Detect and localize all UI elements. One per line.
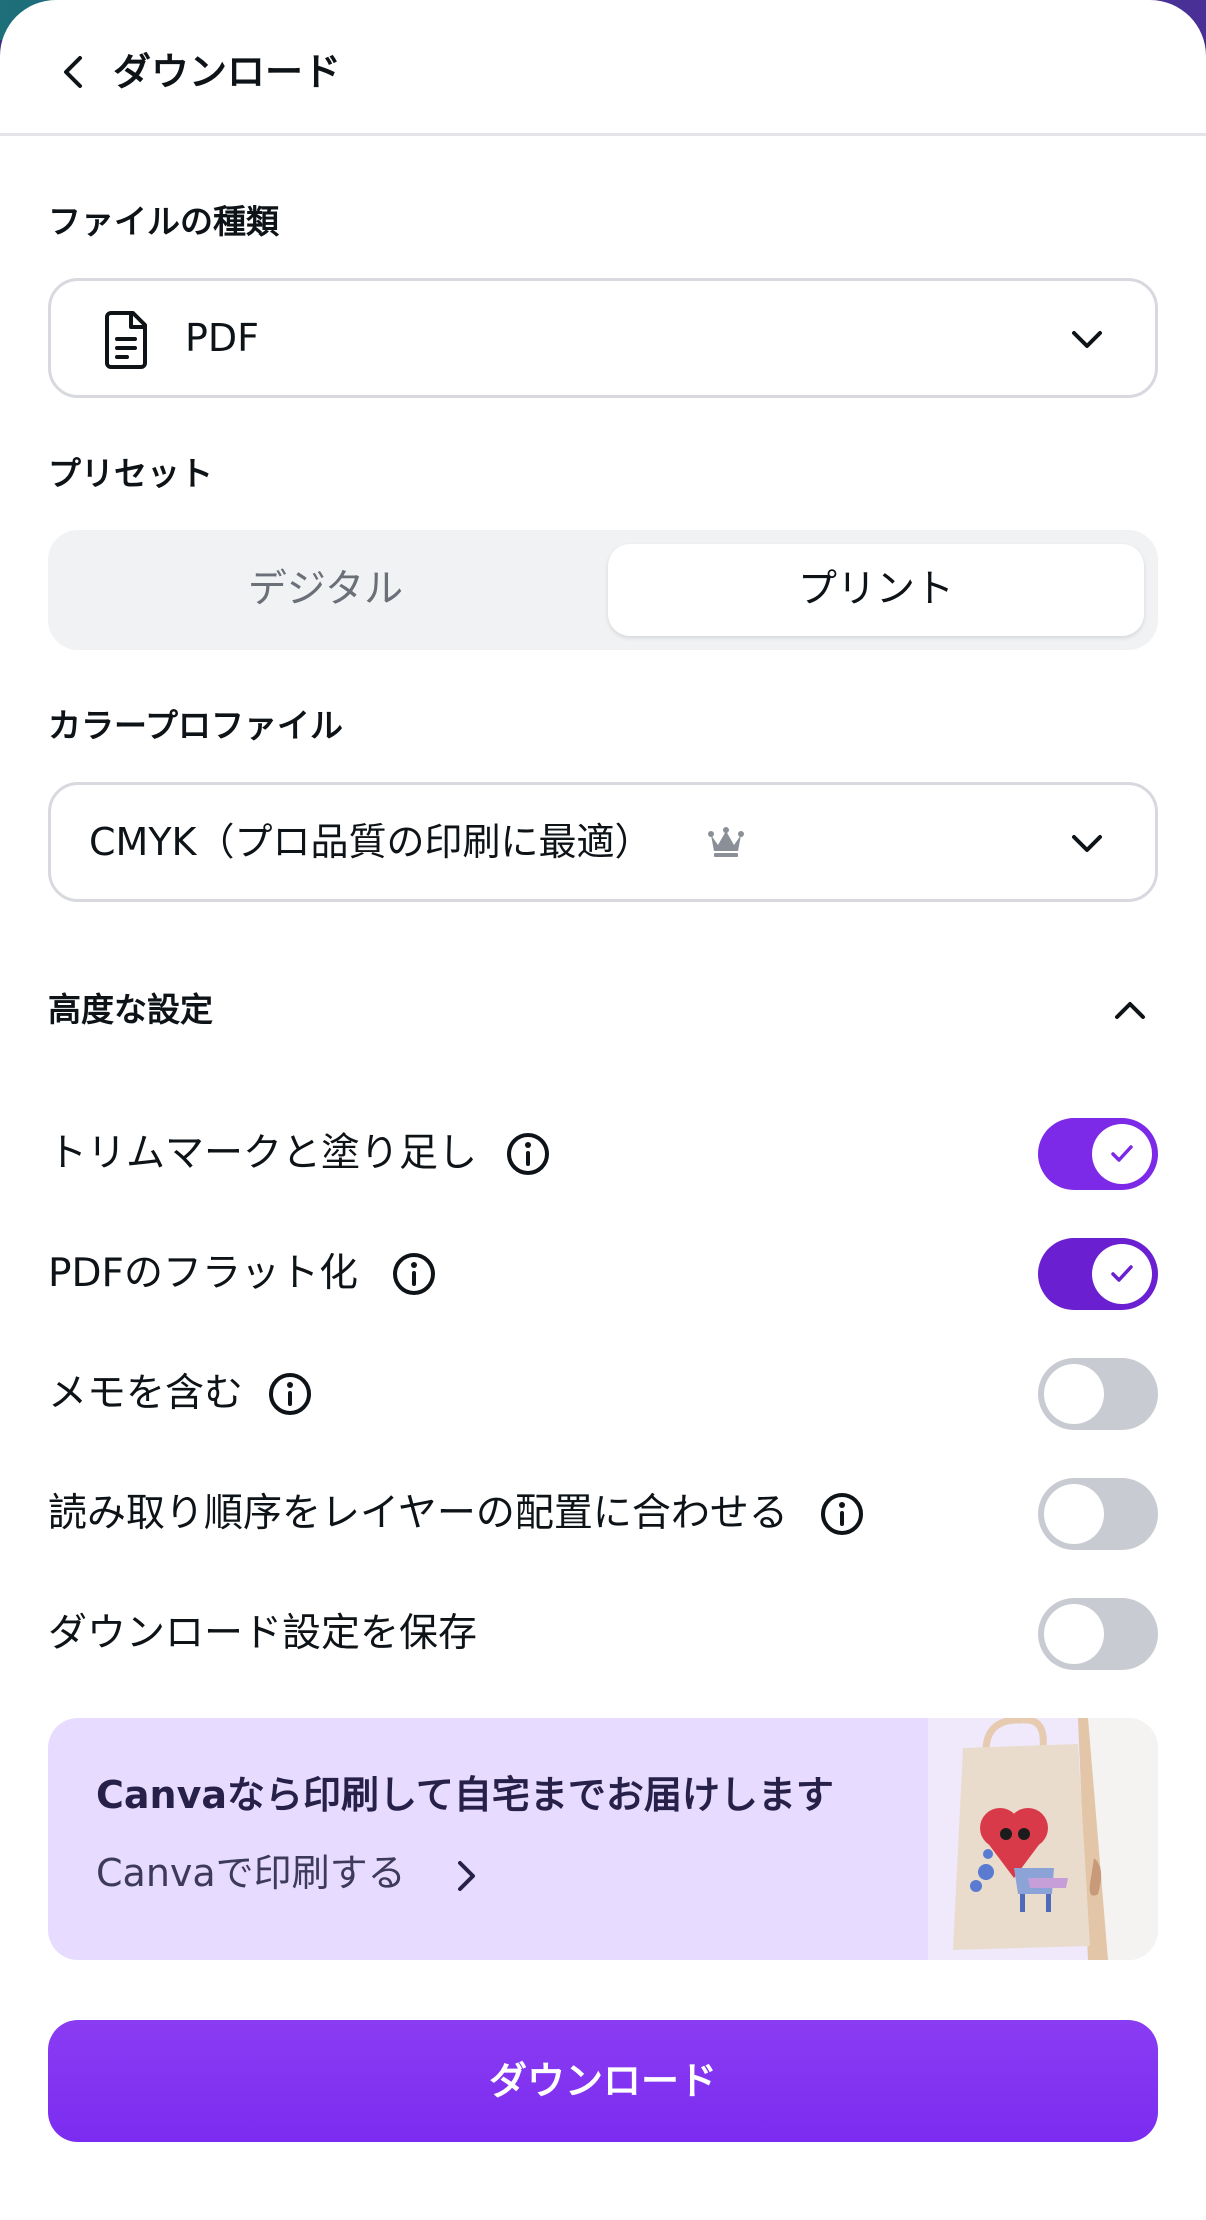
option-label: トリムマークと塗り足し [48, 1131, 478, 1176]
color-profile-value: CMYK（プロ品質の印刷に最適） [89, 820, 653, 864]
include-notes-toggle[interactable] [1038, 1358, 1158, 1430]
reading-order-toggle[interactable] [1038, 1478, 1158, 1550]
chevron-down-icon [1072, 331, 1102, 348]
info-icon[interactable] [392, 1252, 436, 1296]
preset-label: プリセット [48, 454, 213, 493]
check-icon [1111, 1265, 1133, 1282]
chevron-up-icon [1115, 1002, 1145, 1019]
file-type-value: PDF [185, 316, 260, 360]
option-label: PDFのフラット化 [48, 1251, 358, 1296]
color-profile-select[interactable]: CMYK（プロ品質の印刷に最適） [48, 782, 1158, 902]
option-label: 読み取り順序をレイヤーの配置に合わせる [48, 1491, 788, 1536]
chevron-left-icon [64, 56, 82, 88]
option-include-notes: メモを含む [48, 1358, 1158, 1430]
toggle-knob [1092, 1244, 1152, 1304]
trim-marks-toggle[interactable] [1038, 1118, 1158, 1190]
info-icon[interactable] [268, 1372, 312, 1416]
download-sheet: ダウンロード ファイルの種類 PDF プリセット デジタル プリント カラープロ… [0, 0, 1206, 2220]
toggle-knob [1092, 1124, 1152, 1184]
crown-icon [708, 827, 744, 857]
check-icon [1111, 1145, 1133, 1162]
save-settings-toggle[interactable] [1038, 1598, 1158, 1670]
chevron-down-icon [1072, 835, 1102, 852]
advanced-settings-toggle[interactable]: 高度な設定 [48, 985, 1158, 1035]
file-type-select[interactable]: PDF [48, 278, 1158, 398]
chevron-right-icon [458, 1861, 475, 1891]
toggle-knob [1044, 1484, 1104, 1544]
print-promo-banner[interactable]: Canvaなら印刷して自宅までお届けします Canvaで印刷する [48, 1718, 1158, 1960]
info-icon[interactable] [506, 1132, 550, 1176]
option-reading-order: 読み取り順序をレイヤーの配置に合わせる [48, 1478, 1158, 1550]
advanced-settings-label: 高度な設定 [48, 990, 213, 1029]
option-flatten-pdf: PDFのフラット化 [48, 1238, 1158, 1310]
option-save-download-settings: ダウンロード設定を保存 [48, 1598, 1158, 1670]
tote-bag-image [928, 1718, 1158, 1960]
back-button[interactable] [48, 46, 100, 98]
info-icon[interactable] [820, 1492, 864, 1536]
option-label: ダウンロード設定を保存 [48, 1611, 478, 1656]
option-label: メモを含む [48, 1371, 244, 1416]
option-trim-marks-bleed: トリムマークと塗り足し [48, 1118, 1158, 1190]
file-type-label: ファイルの種類 [48, 202, 279, 241]
preset-option-digital[interactable]: デジタル [48, 530, 603, 650]
promo-title: Canvaなら印刷して自宅までお届けします [96, 1773, 834, 1817]
promo-link[interactable]: Canvaで印刷する [96, 1848, 406, 1898]
preset-option-print[interactable]: プリント [608, 544, 1144, 636]
toggle-knob [1044, 1364, 1104, 1424]
header: ダウンロード [0, 0, 1206, 136]
document-icon [105, 311, 147, 369]
toggle-knob [1044, 1604, 1104, 1664]
download-button[interactable]: ダウンロード [48, 2020, 1158, 2142]
page-title: ダウンロード [113, 50, 342, 94]
color-profile-label: カラープロファイル [48, 706, 344, 745]
flatten-pdf-toggle[interactable] [1038, 1238, 1158, 1310]
preset-segmented-control: デジタル プリント [48, 530, 1158, 650]
